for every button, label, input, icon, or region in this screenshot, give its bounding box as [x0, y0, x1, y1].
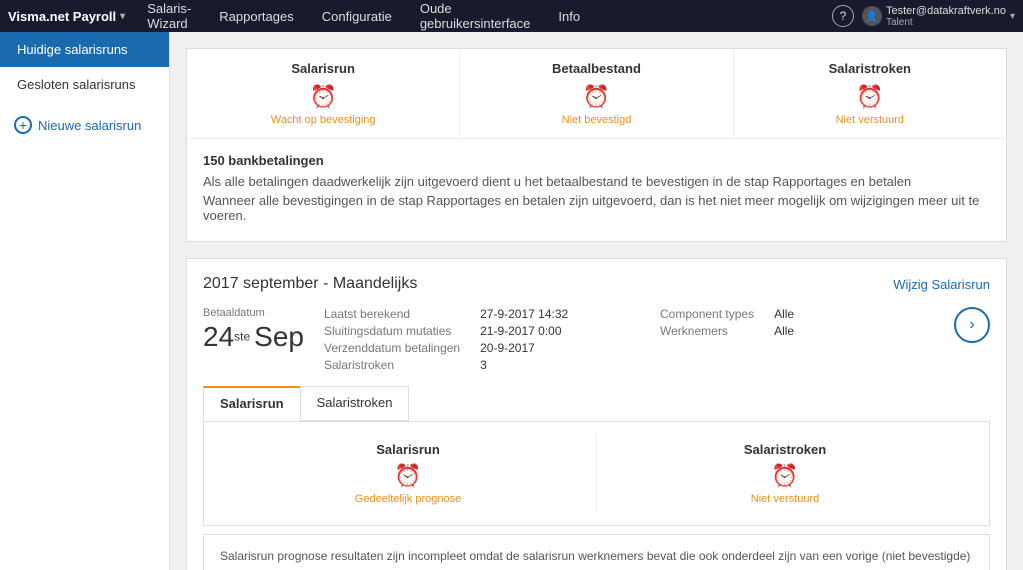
help-button[interactable]: ?	[832, 5, 854, 27]
status-col-betaalbestand: Betaalbestand ⏰ Niet bevestigd	[460, 49, 733, 138]
top-navigation: Visma.net Payroll ▾ Salaris-Wizard Rappo…	[0, 0, 1023, 32]
user-menu[interactable]: 👤 Tester@datakraftverk.no Talent ▾	[862, 5, 1015, 28]
brand-name: Visma.net Payroll	[8, 9, 116, 24]
status-col-salaristroken: Salaristroken ⏰ Niet verstuurd	[734, 49, 1006, 138]
inner-status-title-salaristroken: Salaristroken	[613, 442, 957, 457]
sidebar: Huidige salarisruns Gesloten salarisruns…	[0, 32, 170, 570]
nav-items: Salaris-Wizard Rapportages Configuratie …	[133, 0, 594, 32]
clock-icon-salaristroken: ⏰	[750, 84, 990, 110]
meta-value-werknemers: Alle	[774, 324, 934, 338]
first-status-card: Salarisrun ⏰ Wacht op bevestiging Betaal…	[186, 48, 1007, 242]
inner-clock-icon-salaristroken: ⏰	[613, 463, 957, 489]
new-salarisrun-label: Nieuwe salarisrun	[38, 118, 141, 133]
meta-value-laatst: 27-9-2017 14:32	[480, 307, 640, 321]
meta-value-stroken: 3	[480, 358, 640, 372]
info-line-2: Wanneer alle bevestigingen in de stap Ra…	[203, 193, 990, 223]
date-month: Sep	[254, 321, 304, 352]
meta-empty-1	[660, 341, 754, 355]
user-menu-chevron-icon: ▾	[1010, 11, 1015, 22]
inner-tab-content: Salarisrun ⏰ Gedeeltelijk prognose Salar…	[203, 421, 990, 526]
user-details: Tester@datakraftverk.no Talent	[886, 5, 1006, 28]
inner-tabs-container: Salarisrun Salaristroken Salarisrun ⏰ Ge…	[203, 386, 990, 526]
inner-status-text-salaristroken: Niet verstuurd	[613, 493, 957, 505]
meta-empty-4	[774, 358, 934, 372]
status-col-salarisrun: Salarisrun ⏰ Wacht op bevestiging	[187, 49, 460, 138]
betaaldatum-area: Betaaldatum 24ste Sep	[203, 307, 304, 353]
date-day: 24	[203, 321, 234, 352]
meta-label-verzend: Verzenddatum betalingen	[324, 341, 460, 355]
navigate-arrow-button[interactable]: ›	[954, 307, 990, 343]
inner-status-col-salarisrun: Salarisrun ⏰ Gedeeltelijk prognose	[220, 434, 597, 513]
meta-value-verzend: 20-9-2017	[480, 341, 640, 355]
status-text-salarisrun: Wacht op bevestiging	[203, 114, 443, 126]
new-salarisrun-button[interactable]: + Nieuwe salarisrun	[0, 106, 169, 144]
inner-tab-salarisrun[interactable]: Salarisrun	[203, 386, 301, 421]
brand-arrow-icon: ▾	[120, 11, 125, 22]
first-status-body: 150 bankbetalingen Als alle betalingen d…	[187, 139, 1006, 241]
inner-status-row: Salarisrun ⏰ Gedeeltelijk prognose Salar…	[220, 434, 973, 513]
main-content: Salarisrun ⏰ Wacht op bevestiging Betaal…	[170, 32, 1023, 570]
user-name: Tester@datakraftverk.no	[886, 5, 1006, 17]
meta-label-sluiting: Sluitingsdatum mutaties	[324, 324, 460, 338]
user-subtitle: Talent	[886, 17, 1006, 28]
date-superscript: ste	[234, 330, 250, 344]
meta-empty-3	[660, 358, 754, 372]
status-col-salarisrun-title: Salarisrun	[203, 61, 443, 76]
sidebar-item-gesloten-salarisruns[interactable]: Gesloten salarisruns	[0, 67, 169, 102]
warning-text: Salarisrun prognose resultaten zijn inco…	[220, 549, 970, 570]
meta-label-stroken: Salaristroken	[324, 358, 460, 372]
nav-right: ? 👤 Tester@datakraftverk.no Talent ▾	[832, 5, 1015, 28]
clock-icon-salarisrun: ⏰	[203, 84, 443, 110]
meta-label-werknemers: Werknemers	[660, 324, 754, 338]
first-status-header: Salarisrun ⏰ Wacht op bevestiging Betaal…	[187, 49, 1006, 139]
info-line-1: Als alle betalingen daadwerkelijk zijn u…	[203, 174, 990, 189]
inner-clock-icon-salarisrun: ⏰	[236, 463, 580, 489]
meta-label-laatst: Laatst berekend	[324, 307, 460, 321]
inner-tabs: Salarisrun Salaristroken	[203, 386, 990, 421]
brand-logo[interactable]: Visma.net Payroll ▾	[8, 9, 125, 24]
wijzig-salarisrun-link[interactable]: Wijzig Salarisrun	[893, 277, 990, 292]
status-col-salaristroken-title: Salaristroken	[750, 61, 990, 76]
inner-status-title-salarisrun: Salarisrun	[236, 442, 580, 457]
betaaldatum-label: Betaaldatum	[203, 307, 304, 319]
inner-status-text-salarisrun: Gedeeltelijk prognose	[236, 493, 580, 505]
inner-status-col-salaristroken: Salaristroken ⏰ Niet verstuurd	[597, 434, 973, 513]
user-avatar: 👤	[862, 6, 882, 26]
section-title: 2017 september - Maandelijks	[203, 275, 417, 293]
nav-item-info[interactable]: Info	[544, 0, 594, 32]
sidebar-item-huidige-salarisruns[interactable]: Huidige salarisruns	[0, 32, 169, 67]
clock-icon-betaalbestand: ⏰	[476, 84, 716, 110]
meta-grid: Laatst berekend 27-9-2017 14:32 Componen…	[324, 307, 934, 372]
second-section-header: 2017 september - Maandelijks Wijzig Sala…	[203, 275, 990, 293]
meta-empty-2	[774, 341, 934, 355]
meta-value-component: Alle	[774, 307, 934, 321]
nav-item-rapportages[interactable]: Rapportages	[205, 0, 307, 32]
warning-box: Salarisrun prognose resultaten zijn inco…	[203, 534, 990, 570]
bank-payments-label: 150 bankbetalingen	[203, 153, 990, 168]
second-section-card: 2017 september - Maandelijks Wijzig Sala…	[186, 258, 1007, 570]
meta-value-sluiting: 21-9-2017 0:00	[480, 324, 640, 338]
status-text-salaristroken: Niet verstuurd	[750, 114, 990, 126]
nav-item-salaris-wizard[interactable]: Salaris-Wizard	[133, 0, 205, 32]
status-text-betaalbestand: Niet bevestigd	[476, 114, 716, 126]
meta-label-component: Component types	[660, 307, 754, 321]
nav-item-configuratie[interactable]: Configuratie	[308, 0, 406, 32]
nav-item-oude-gebruikersinterface[interactable]: Oude gebruikersinterface	[406, 0, 545, 32]
status-col-betaalbestand-title: Betaalbestand	[476, 61, 716, 76]
betaaldatum-value: 24ste Sep	[203, 321, 304, 353]
inner-tab-salaristroken[interactable]: Salaristroken	[300, 386, 410, 421]
plus-icon: +	[14, 116, 32, 134]
